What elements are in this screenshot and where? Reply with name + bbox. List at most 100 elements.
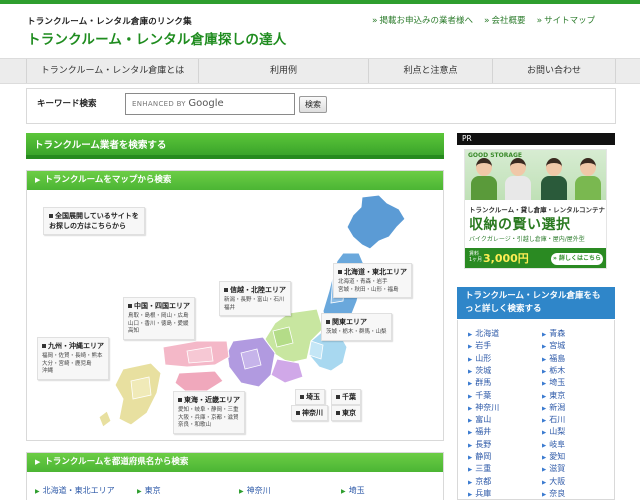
region-prefs: 愛知・岐阜・静岡・三重 大阪・兵庫・京都・滋賀 奈良・和歌山 bbox=[178, 407, 239, 428]
triangle-icon: ▶ bbox=[468, 430, 473, 437]
arrow-icon: » bbox=[536, 16, 543, 26]
sidebar-prefecture-link[interactable]: ▶ 大阪 bbox=[542, 476, 565, 487]
sidebar-prefecture-link[interactable]: ▶ 愛知 bbox=[542, 451, 565, 462]
header-link-sitemap[interactable]: » サイトマップ bbox=[537, 14, 596, 26]
arrow-icon: » bbox=[484, 16, 490, 26]
sidebar-prefecture-link[interactable]: ▶ 三重 bbox=[468, 463, 491, 474]
bullet-icon bbox=[296, 411, 300, 415]
nationwide-callout[interactable]: 全国展開しているサイトを お探しの方はこちらから bbox=[43, 207, 145, 235]
sidebar-prefecture-link[interactable]: ▶ 奈良 bbox=[542, 488, 565, 499]
sidebar-prefecture-link[interactable]: ▶ 茨城 bbox=[468, 365, 491, 376]
region-prefs: 茨城・栃木・群馬・山梨 bbox=[326, 329, 387, 335]
city-saitama[interactable]: 埼玉 bbox=[295, 389, 325, 405]
city-tokyo[interactable]: 東京 bbox=[331, 405, 361, 421]
search-input[interactable]: ENHANCED BY Google bbox=[125, 93, 295, 115]
sidebar-prefecture-link[interactable]: ▶ 千葉 bbox=[468, 390, 491, 401]
search-label: キーワード検索 bbox=[37, 99, 97, 109]
sidebar-prefecture-link[interactable]: ▶ 青森 bbox=[542, 328, 565, 339]
sidebar-prefecture-link[interactable]: ▶ 石川 bbox=[542, 414, 565, 425]
region-tokai-kinki[interactable]: 東海・近畿エリア 愛知・岐阜・静岡・三重 大阪・兵庫・京都・滋賀 奈良・和歌山 bbox=[173, 391, 245, 434]
sidebar-prefecture-link[interactable]: ▶ 北海道 bbox=[468, 328, 499, 339]
sidebar-prefecture-link[interactable]: ▶ 岩手 bbox=[468, 340, 491, 351]
sidebar-prefecture-link[interactable]: ▶ 岐阜 bbox=[542, 439, 565, 450]
region-hokkaido-tohoku[interactable]: 北海道・東北エリア 北海道・青森・岩手 宮城・秋田・山形・福島 bbox=[333, 263, 412, 298]
region-prefs: 鳥取・島根・岡山・広島 山口・香川・徳島・愛媛 高知 bbox=[128, 313, 189, 334]
region-chugoku-shikoku[interactable]: 中国・四国エリア 鳥取・島根・岡山・広島 山口・香川・徳島・愛媛 高知 bbox=[123, 297, 195, 340]
person-illustration bbox=[471, 156, 497, 200]
sidebar-prefecture-link[interactable]: ▶ 長野 bbox=[468, 439, 491, 450]
nav-item-about[interactable]: トランクルーム・レンタル倉庫とは bbox=[26, 59, 198, 83]
pref-link-hokkaido-tohoku[interactable]: ▶ 北海道・東北エリア bbox=[35, 485, 115, 496]
triangle-icon: ▶ bbox=[542, 405, 547, 412]
sidebar-prefecture-link[interactable]: ▶ 静岡 bbox=[468, 451, 491, 462]
city-kanagawa[interactable]: 神奈川 bbox=[291, 405, 328, 421]
sidebar-prefecture-link[interactable]: ▶ 山形 bbox=[468, 353, 491, 364]
header-link-label: サイトマップ bbox=[544, 16, 596, 26]
ad-price-tag: 賃料 1ヶ月 bbox=[469, 251, 483, 263]
region-kyushu-okinawa[interactable]: 九州・沖縄エリア 福岡・佐賀・長崎・熊本 大分・宮崎・鹿児島 沖縄 bbox=[37, 337, 109, 380]
search-button[interactable]: 検索 bbox=[299, 96, 327, 113]
sidebar-prefecture-link[interactable]: ▶ 滋賀 bbox=[542, 463, 565, 474]
bullet-icon bbox=[128, 304, 132, 308]
sidebar-prefecture-link[interactable]: ▶ 神奈川 bbox=[468, 402, 499, 413]
triangle-icon: ▶ bbox=[542, 455, 547, 461]
sidebar-prefecture-link[interactable]: ▶ 富山 bbox=[468, 414, 491, 425]
region-title: 北海道・東北エリア bbox=[338, 267, 407, 277]
sidebar-prefecture-link[interactable]: ▶ 福島 bbox=[542, 353, 565, 364]
triangle-icon: ▶ bbox=[542, 491, 547, 498]
sidebar-prefecture-link[interactable]: ▶ 埼玉 bbox=[542, 377, 565, 388]
map-okinawa bbox=[98, 410, 112, 428]
sidebar-prefecture-link[interactable]: ▶ 兵庫 bbox=[468, 488, 491, 499]
triangle-icon: ▶ bbox=[137, 488, 142, 495]
map-panel: ▶ トランクルームをマップから検索 全国展開しているサイトを お探しの方はこちらか… bbox=[26, 170, 444, 441]
triangle-icon: ▶ bbox=[341, 488, 346, 495]
nav-item-contact[interactable]: お問い合わせ bbox=[492, 59, 616, 83]
sidebar-prefecture-link[interactable]: ▶ 京都 bbox=[468, 476, 491, 487]
ad-brand: GOOD STORAGE bbox=[468, 152, 522, 159]
triangle-icon: ▶ bbox=[468, 356, 473, 363]
region-shinetsu-hokuriku[interactable]: 信越・北陸エリア 新潟・長野・富山・石川 福井 bbox=[219, 281, 291, 316]
triangle-icon: ▶ bbox=[542, 368, 547, 375]
person-illustration bbox=[575, 156, 601, 200]
triangle-icon: ▶ bbox=[542, 393, 547, 400]
header-link-company[interactable]: » 会社概要 bbox=[484, 14, 526, 26]
arrow-icon: » bbox=[372, 16, 378, 26]
prefecture-heading: ▶ トランクルームを都道府県名から検索 bbox=[27, 453, 443, 472]
nav-item-use-cases[interactable]: 利用例 bbox=[198, 59, 368, 83]
sidebar-prefecture-link[interactable]: ▶ 栃木 bbox=[542, 365, 565, 376]
sidebar-prefecture-link[interactable]: ▶ 宮城 bbox=[542, 340, 565, 351]
pr-label: PR bbox=[457, 133, 615, 145]
header-link-advertise[interactable]: » 掲載お申込みの業者様へ bbox=[372, 14, 473, 26]
bullet-icon bbox=[338, 270, 342, 274]
region-prefs: 北海道・青森・岩手 宮城・秋田・山形・福島 bbox=[338, 279, 399, 293]
top-rule bbox=[0, 0, 640, 4]
triangle-icon: ▶ bbox=[468, 491, 473, 498]
prefecture-panel: ▶ トランクルームを都道府県名から検索 ▶ 北海道・東北エリア ▶ 東京 ▶ 神奈川 ▶… bbox=[26, 452, 444, 500]
map-heading-label: トランクルームをマップから検索 bbox=[44, 175, 172, 185]
person-illustration bbox=[505, 156, 531, 200]
triangle-icon: ▶ bbox=[468, 467, 473, 474]
site-title[interactable]: トランクルーム・レンタル倉庫探しの達人 bbox=[27, 28, 287, 48]
pref-link-tokyo[interactable]: ▶ 東京 bbox=[137, 485, 161, 496]
sidebar-prefecture-link[interactable]: ▶ 山梨 bbox=[542, 426, 565, 437]
sidebar-prefecture-link[interactable]: ▶ 新潟 bbox=[542, 402, 565, 413]
pref-link-kanagawa[interactable]: ▶ 神奈川 bbox=[239, 485, 271, 496]
ad-banner[interactable]: GOOD STORAGE トランクルーム・貸し倉庫・レンタルコンテナ 収納の賢い… bbox=[464, 149, 607, 269]
region-kanto[interactable]: 関東エリア 茨城・栃木・群馬・山梨 bbox=[321, 313, 392, 341]
ad-cta-button[interactable]: » 詳しくはこちら bbox=[551, 253, 603, 265]
pref-link-saitama[interactable]: ▶ 埼玉 bbox=[341, 485, 365, 496]
bullet-icon bbox=[224, 288, 228, 292]
sidebar-prefecture-link[interactable]: ▶ 福井 bbox=[468, 426, 491, 437]
city-chiba[interactable]: 千葉 bbox=[331, 389, 361, 405]
triangle-icon: ▶ bbox=[468, 479, 473, 486]
triangle-icon: ▶ bbox=[468, 344, 473, 351]
sidebar-prefecture-link[interactable]: ▶ 東京 bbox=[542, 390, 565, 401]
triangle-icon: ▶ bbox=[542, 442, 547, 449]
ad-copy-detail: バイクガレージ・引越し倉庫・屋内/屋外型 bbox=[469, 236, 585, 243]
nav-item-pros-cons[interactable]: 利点と注意点 bbox=[368, 59, 492, 83]
sidebar-prefecture-link[interactable]: ▶ 群馬 bbox=[468, 377, 491, 388]
arrow-icon: ▶ bbox=[35, 176, 41, 184]
main-heading: トランクルーム業者を検索する bbox=[26, 133, 444, 163]
triangle-icon: ▶ bbox=[35, 488, 40, 495]
bullet-icon bbox=[178, 398, 182, 402]
